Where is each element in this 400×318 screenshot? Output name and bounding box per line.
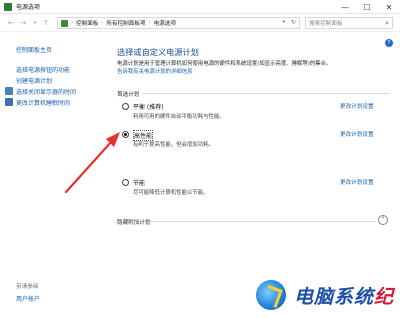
plan-description: 有利于提高性能，但会增加功耗。	[133, 142, 214, 148]
close-button[interactable]: ✕	[378, 0, 400, 14]
collapse-chevron-up-icon[interactable]: ⌃	[378, 215, 388, 225]
change-plan-settings-link[interactable]: 更改计划设置	[340, 130, 374, 138]
plan-name[interactable]: 平衡 (推荐)	[133, 102, 164, 111]
sidebar-item-create-plan[interactable]: 创建电源计划	[16, 76, 52, 85]
radio-power-saver[interactable]	[122, 179, 129, 186]
change-plan-settings-link[interactable]: 更改计划设置	[340, 102, 374, 110]
group-divider	[150, 221, 375, 222]
plan-high-performance: 高性能 有利于提高性能，但会增加功耗。 更改计划设置	[122, 130, 392, 156]
power-options-icon	[4, 2, 12, 11]
see-also-label: 另请参阅	[16, 284, 39, 290]
breadcrumb-all-items[interactable]: 所有控制面板项	[106, 19, 145, 27]
sidebar-item-display-off[interactable]: 选择关闭显示器的时间	[16, 87, 76, 96]
sidebar: 控制面板主页 选择电源按钮的功能 创建电源计划 选择关闭显示器的时间 更改计算机…	[0, 32, 108, 318]
hidden-plans-label: 隐藏附加计划	[117, 220, 151, 226]
maximize-button[interactable]: ☐	[356, 0, 378, 14]
display-shield-icon	[5, 87, 13, 95]
page-description: 电源计划是用于管理计算机如何使用电源的硬件和系统设置(如显示亮度、睡眠等)的集合…	[117, 60, 372, 76]
sidebar-item-power-button[interactable]: 选择电源按钮的功能	[16, 65, 70, 74]
address-box[interactable]: › 控制面板 › 所有控制面板项 › 电源选项 ▾ ↻	[57, 17, 300, 29]
title-bar: 电源选项 — ☐ ✕	[0, 0, 400, 14]
plan-name[interactable]: 节能	[133, 178, 145, 187]
search-placeholder: 搜索控制面板	[309, 21, 343, 27]
page-title: 选择或自定义电源计划	[117, 47, 199, 57]
refresh-icon[interactable]: ↻	[291, 19, 296, 26]
group-divider	[142, 93, 390, 94]
radio-high-performance[interactable]	[122, 131, 129, 138]
plan-power-saver: 节能 尽可能降低计算机性能以节能。 更改计划设置	[122, 178, 392, 204]
window-title: 电源选项	[16, 4, 41, 11]
plan-description: 尽可能降低计算机性能以节能。	[133, 190, 209, 196]
minimize-button[interactable]: —	[334, 0, 356, 14]
sidebar-item-home[interactable]: 控制面板主页	[16, 45, 52, 54]
breadcrumb-power-options[interactable]: 电源选项	[154, 19, 176, 27]
watermark-logo: 电脑系统纪	[256, 275, 396, 315]
plan-balanced: 平衡 (推荐) 利用可用的硬件自动平衡功耗与性能。 更改计划设置	[122, 102, 392, 128]
plan-description: 利用可用的硬件自动平衡功耗与性能。	[133, 114, 225, 120]
watermark-emblem-icon	[256, 280, 286, 310]
breadcrumb-chevron-icon: ›	[148, 20, 151, 26]
address-bar-row: ← → ▾ ↑ › 控制面板 › 所有控制面板项 › 电源选项 ▾ ↻ 搜索控制…	[0, 14, 400, 32]
address-dropdown-icon[interactable]: ▾	[282, 19, 285, 25]
back-arrow-icon[interactable]: ←	[5, 17, 17, 29]
change-plan-settings-link[interactable]: 更改计划设置	[340, 178, 374, 186]
description-link[interactable]: 告诉我有关电源计划的详细信息	[117, 69, 192, 75]
radio-balanced[interactable]	[122, 103, 129, 110]
breadcrumb-chevron-icon: ›	[71, 20, 73, 26]
forward-arrow-icon[interactable]: →	[17, 17, 29, 29]
search-icon[interactable]: ⌕	[385, 19, 389, 28]
up-arrow-icon[interactable]: ↑	[40, 17, 52, 29]
description-text: 电源计划是用于管理计算机如何使用电源的硬件和系统设置(如显示亮度、睡眠等)的集合…	[117, 61, 332, 67]
search-input[interactable]: 搜索控制面板 ⌕	[305, 17, 393, 29]
breadcrumb-chevron-icon: ›	[101, 20, 104, 26]
watermark-text: 电脑系统纪	[294, 285, 395, 308]
sidebar-item-user-accounts[interactable]: 用户帐户	[16, 294, 40, 303]
control-panel-icon	[61, 19, 68, 27]
preferred-plans-label: 首选计划	[117, 92, 140, 98]
sleep-shield-icon	[5, 98, 13, 106]
sidebar-item-sleep[interactable]: 更改计算机睡眠时间	[16, 98, 70, 107]
breadcrumb-control-panel[interactable]: 控制面板	[76, 19, 98, 27]
window-controls: — ☐ ✕	[334, 0, 400, 14]
